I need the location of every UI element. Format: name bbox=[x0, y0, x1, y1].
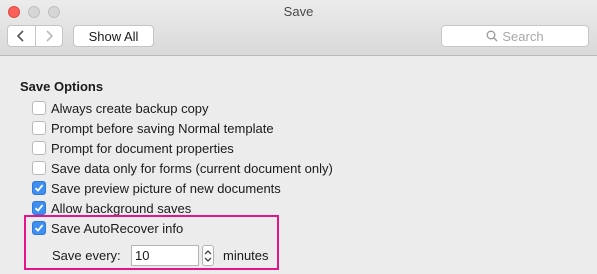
chevron-right-icon bbox=[46, 30, 53, 42]
window-title: Save bbox=[283, 4, 314, 19]
option-label: Save AutoRecover info bbox=[51, 220, 184, 236]
minutes-label: minutes bbox=[223, 248, 269, 263]
option-label: Save preview picture of new documents bbox=[51, 180, 281, 196]
checkbox[interactable] bbox=[32, 121, 46, 135]
option-label: Always create backup copy bbox=[51, 100, 209, 116]
search-icon bbox=[486, 30, 498, 42]
option-label: Allow background saves bbox=[51, 200, 192, 216]
option-save-forms-data-only[interactable]: Save data only for forms (current docume… bbox=[32, 160, 333, 176]
search-field[interactable]: Search bbox=[441, 25, 589, 47]
checkbox[interactable] bbox=[32, 141, 46, 155]
checkbox[interactable] bbox=[32, 161, 46, 175]
navigation-buttons bbox=[7, 25, 63, 47]
forward-button[interactable] bbox=[34, 26, 63, 46]
option-always-create-backup[interactable]: Always create backup copy bbox=[32, 100, 209, 116]
autorecover-interval-field[interactable]: 10 bbox=[131, 245, 199, 266]
section-title: Save Options bbox=[20, 79, 104, 94]
checkbox[interactable] bbox=[32, 101, 46, 115]
checkmark-icon bbox=[34, 204, 44, 212]
chevron-left-icon bbox=[17, 30, 24, 42]
option-save-preview-picture[interactable]: Save preview picture of new documents bbox=[32, 180, 281, 196]
option-label: Prompt before saving Normal template bbox=[51, 120, 274, 136]
interval-stepper[interactable] bbox=[202, 245, 214, 266]
checkbox-checked[interactable] bbox=[32, 221, 46, 235]
checkbox-checked[interactable] bbox=[32, 181, 46, 195]
option-allow-background-saves[interactable]: Allow background saves bbox=[32, 200, 191, 216]
show-all-button[interactable]: Show All bbox=[73, 25, 154, 47]
save-every-label: Save every: bbox=[52, 248, 121, 263]
option-save-autorecover[interactable]: Save AutoRecover info bbox=[32, 220, 183, 236]
checkmark-icon bbox=[34, 184, 44, 192]
checkmark-icon bbox=[34, 224, 44, 232]
title-bar: Save Show All Search bbox=[0, 0, 597, 56]
checkbox-checked[interactable] bbox=[32, 201, 46, 215]
option-label: Prompt for document properties bbox=[51, 140, 234, 156]
option-label: Save data only for forms (current docume… bbox=[51, 160, 333, 176]
option-prompt-document-properties[interactable]: Prompt for document properties bbox=[32, 140, 234, 156]
back-button[interactable] bbox=[8, 26, 35, 46]
option-prompt-normal-template[interactable]: Prompt before saving Normal template bbox=[32, 120, 274, 136]
stepper-arrows-icon bbox=[204, 249, 212, 262]
preferences-pane: Save Options Always create backup copy P… bbox=[0, 57, 597, 274]
search-placeholder: Search bbox=[502, 28, 544, 44]
